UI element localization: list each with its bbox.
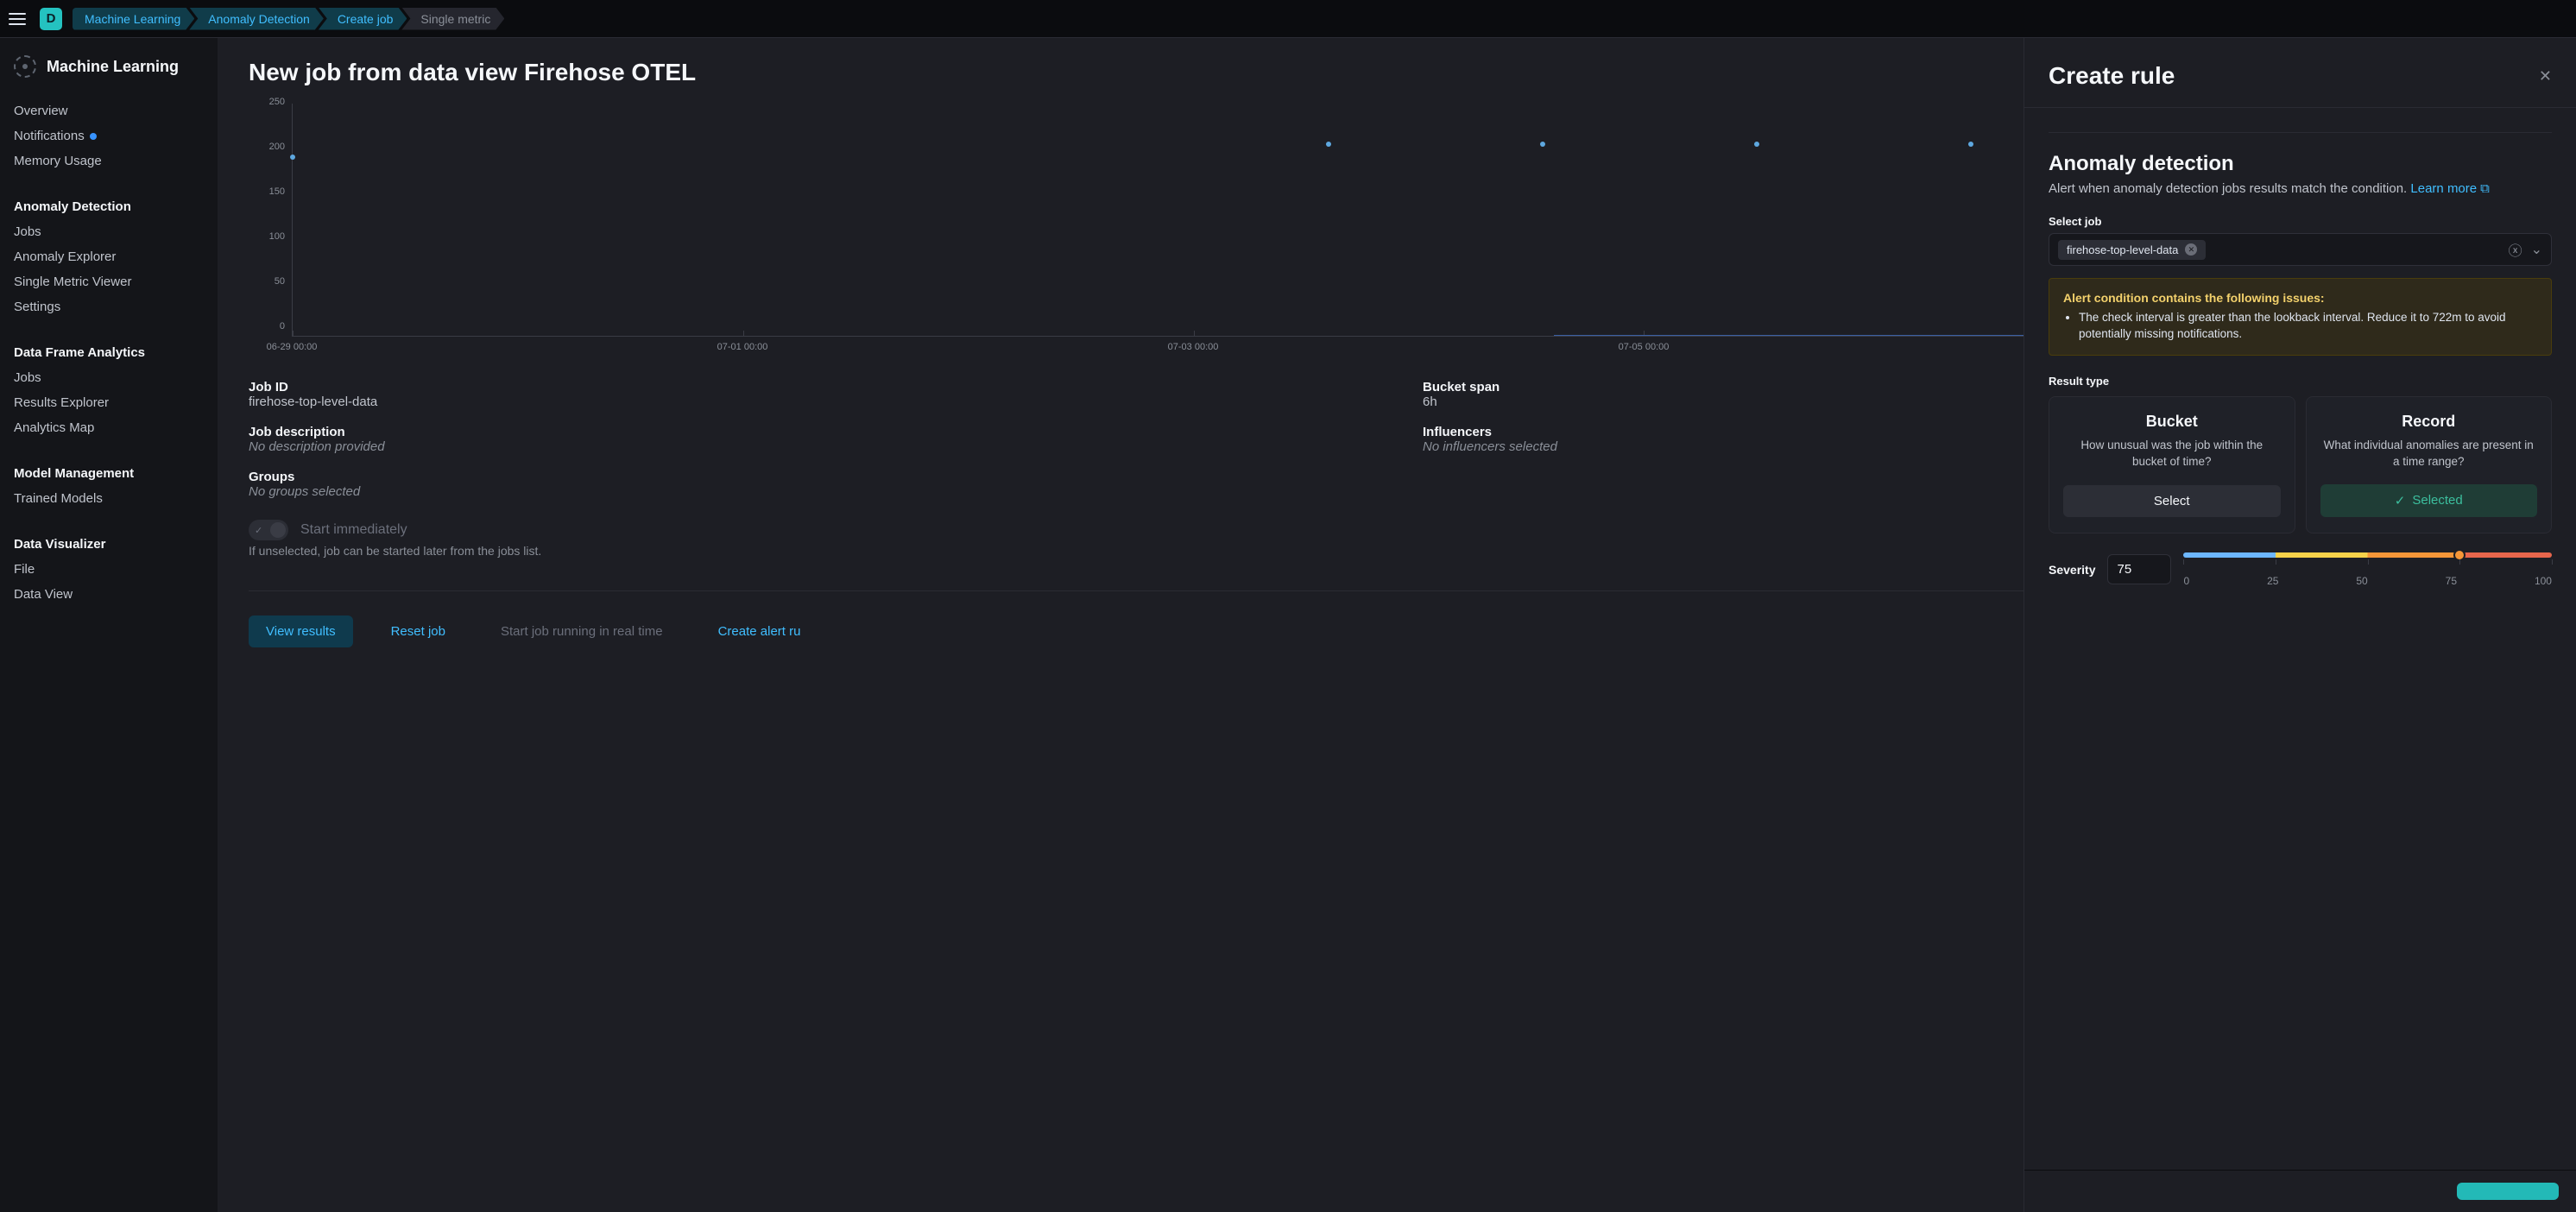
severity-slider[interactable]: 0 25 50 75 100 <box>2183 552 2552 587</box>
result-type-record-card: Record What individual anomalies are pre… <box>2306 396 2553 533</box>
severity-input[interactable] <box>2107 554 2171 584</box>
nav-toggle-icon[interactable] <box>5 7 29 31</box>
severity-tick-label: 0 <box>2183 575 2189 587</box>
sidebar-item[interactable]: Jobs <box>14 365 204 390</box>
groups-label: Groups <box>249 470 1371 484</box>
sidebar: Machine Learning OverviewNotificationsMe… <box>0 38 218 1212</box>
sidebar-item[interactable]: File <box>14 557 204 582</box>
sidebar-item[interactable]: Anomaly Explorer <box>14 244 204 269</box>
sidebar-item[interactable]: Memory Usage <box>14 148 204 174</box>
sidebar-item[interactable]: Analytics Map <box>14 415 204 440</box>
severity-tick-label: 25 <box>2267 575 2278 587</box>
sidebar-item[interactable]: Overview <box>14 98 204 123</box>
start-immediately-toggle[interactable] <box>249 520 288 540</box>
breadcrumb-item: Single metric <box>401 8 504 30</box>
groups-value: No groups selected <box>249 484 1371 499</box>
view-results-button[interactable]: View results <box>249 615 353 647</box>
select-job-label: Select job <box>2049 215 2552 228</box>
alert-condition-warning: Alert condition contains the following i… <box>2049 278 2552 356</box>
check-icon: ✓ <box>2395 493 2406 508</box>
notification-dot-icon <box>90 133 97 140</box>
create-alert-rule-button[interactable]: Create alert ru <box>701 615 818 647</box>
sidebar-item[interactable]: Notifications <box>14 123 204 148</box>
chart-point <box>1968 142 1973 147</box>
job-id-label: Job ID <box>249 380 1371 395</box>
rule-type-heading: Anomaly detection <box>2049 152 2552 176</box>
deployment-badge[interactable]: D <box>40 8 62 30</box>
sidebar-heading: Data Visualizer <box>14 532 204 557</box>
sidebar-item[interactable]: Settings <box>14 294 204 319</box>
sidebar-heading: Anomaly Detection <box>14 194 204 219</box>
clear-icon[interactable]: ⓧ <box>2509 239 2522 260</box>
chart-point <box>290 155 295 160</box>
warning-title: Alert condition contains the following i… <box>2063 291 2537 305</box>
select-bucket-button[interactable]: Select <box>2063 485 2281 517</box>
result-type-bucket-card: Bucket How unusual was the job within th… <box>2049 396 2295 533</box>
start-immediately-label: Start immediately <box>300 522 407 538</box>
chart-point <box>1326 142 1331 147</box>
breadcrumb: Machine Learning Anomaly Detection Creat… <box>73 8 504 30</box>
top-bar: D Machine Learning Anomaly Detection Cre… <box>0 0 2576 38</box>
ml-app-icon <box>14 55 36 78</box>
severity-tick-label: 100 <box>2535 575 2552 587</box>
create-rule-flyout: Create rule ✕ Anomaly detection Alert wh… <box>2024 38 2576 1212</box>
breadcrumb-item[interactable]: Machine Learning <box>73 8 194 30</box>
card-title: Bucket <box>2063 413 2281 431</box>
flyout-title: Create rule <box>2049 62 2175 90</box>
result-type-label: Result type <box>2049 375 2552 388</box>
job-desc-value: No description provided <box>249 439 1371 454</box>
remove-chip-icon[interactable]: ✕ <box>2185 243 2197 256</box>
sidebar-item[interactable]: Jobs <box>14 219 204 244</box>
warning-item: The check interval is greater than the l… <box>2079 310 2537 343</box>
sidebar-heading: Model Management <box>14 461 204 486</box>
select-record-button[interactable]: ✓ Selected <box>2320 484 2538 517</box>
chart-point <box>1540 142 1545 147</box>
job-desc-label: Job description <box>249 425 1371 439</box>
sidebar-item[interactable]: Trained Models <box>14 486 204 511</box>
breadcrumb-item[interactable]: Create job <box>319 8 407 30</box>
card-title: Record <box>2320 413 2538 431</box>
reset-job-button[interactable]: Reset job <box>374 615 463 647</box>
sidebar-item[interactable]: Single Metric Viewer <box>14 269 204 294</box>
job-id-value: firehose-top-level-data <box>249 395 1371 409</box>
start-realtime-button[interactable]: Start job running in real time <box>483 615 680 647</box>
chart-point <box>1754 142 1759 147</box>
severity-tick-label: 75 <box>2446 575 2457 587</box>
rule-type-description: Alert when anomaly detection jobs result… <box>2049 181 2552 196</box>
chevron-down-icon[interactable]: ⌄ <box>2531 241 2542 258</box>
save-rule-button[interactable] <box>2457 1183 2559 1200</box>
card-desc: How unusual was the job within the bucke… <box>2063 438 2281 471</box>
sidebar-item[interactable]: Results Explorer <box>14 390 204 415</box>
select-job-combo[interactable]: firehose-top-level-data ✕ ⓧ ⌄ <box>2049 233 2552 266</box>
learn-more-link[interactable]: Learn more⧉ <box>2410 181 2489 196</box>
severity-label: Severity <box>2049 563 2095 577</box>
sidebar-item[interactable]: Data View <box>14 582 204 607</box>
external-link-icon: ⧉ <box>2480 181 2490 196</box>
sidebar-title: Machine Learning <box>47 58 179 76</box>
card-desc: What individual anomalies are present in… <box>2320 438 2538 470</box>
breadcrumb-item[interactable]: Anomaly Detection <box>189 8 324 30</box>
sidebar-heading: Data Frame Analytics <box>14 340 204 365</box>
job-chip[interactable]: firehose-top-level-data ✕ <box>2058 240 2206 260</box>
close-icon[interactable]: ✕ <box>2539 67 2552 85</box>
severity-tick-label: 50 <box>2356 575 2367 587</box>
